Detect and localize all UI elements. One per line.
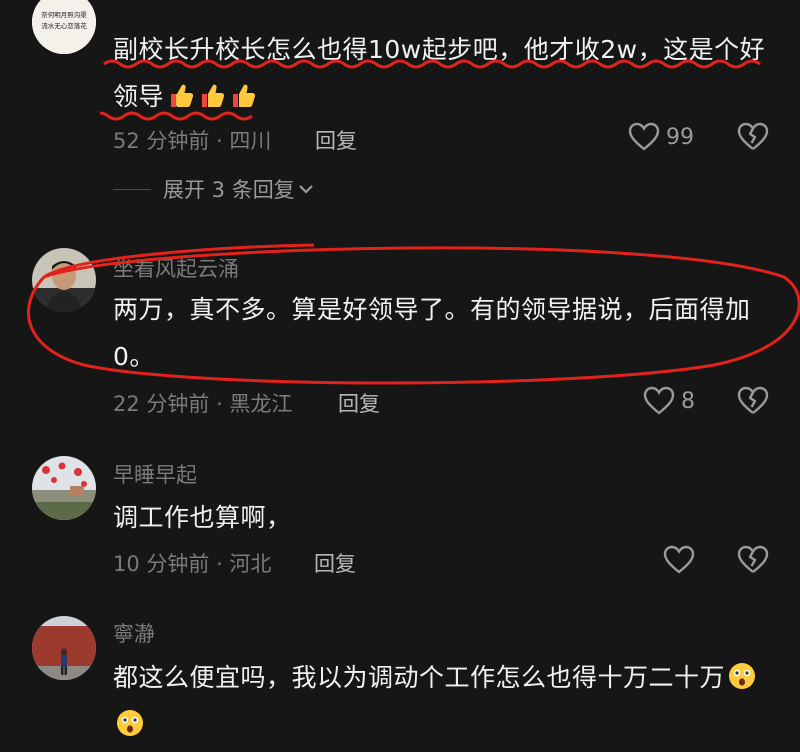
dislike-button[interactable]: [737, 545, 769, 579]
broken-heart-icon: [737, 545, 769, 573]
heart-icon: [663, 545, 695, 574]
landscape-photo-avatar: [32, 456, 96, 520]
chevron-down-icon: [298, 185, 313, 194]
red-ellipse-annotation: [27, 243, 800, 385]
avatar[interactable]: [32, 616, 96, 680]
reply-button[interactable]: 回复: [315, 125, 357, 155]
comment-item: 寧瀞 都这么便宜吗，我以为调动个工作怎么也得十万二十万: [0, 610, 800, 747]
like-button[interactable]: 99: [628, 122, 694, 152]
dislike-button[interactable]: [737, 122, 769, 156]
comment-text: 都这么便宜吗，我以为调动个工作怎么也得十万二十万: [113, 654, 773, 748]
comment-text-content: 都这么便宜吗，我以为调动个工作怎么也得十万二十万: [113, 663, 726, 692]
avatar[interactable]: 奈何明月照沟渠 流水无心恋落花: [32, 0, 96, 54]
comment-item: 早睡早起 调工作也算啊， 10 分钟前 · 河北 回复: [0, 448, 800, 588]
person-standing-photo-avatar: [32, 616, 96, 680]
reply-button[interactable]: 回复: [314, 548, 356, 578]
comment-meta: 10 分钟前 · 河北: [113, 552, 272, 576]
reply-button[interactable]: 回复: [338, 388, 380, 418]
astonished-face-emoji: [116, 705, 144, 736]
svg-text:奈何明月照沟渠: 奈何明月照沟渠: [41, 10, 87, 19]
comment-meta: 22 分钟前 · 黑龙江: [113, 392, 293, 416]
dislike-button[interactable]: [737, 386, 769, 420]
username[interactable]: 早睡早起: [113, 459, 197, 489]
comment-meta: 52 分钟前 · 四川: [113, 129, 272, 153]
heart-icon: [628, 122, 660, 151]
broken-heart-icon: [737, 386, 769, 414]
username[interactable]: 寧瀞: [113, 618, 155, 648]
broken-heart-icon: [737, 122, 769, 150]
calligraphy-avatar-image: 奈何明月照沟渠 流水无心恋落花: [32, 0, 96, 54]
svg-text:流水无心恋落花: 流水无心恋落花: [41, 21, 87, 30]
astonished-face-emoji: [728, 658, 756, 689]
red-wavy-underline-annotation: [100, 59, 761, 121]
like-count: 99: [666, 124, 694, 150]
like-count: 8: [681, 388, 695, 414]
comment-item: 奈何明月照沟渠 流水无心恋落花 副校长升校长怎么也得10w起步吧，他才收2w，这…: [0, 0, 800, 202]
expand-replies-button[interactable]: 展开 3 条回复: [113, 174, 315, 204]
comment-item: 坐看风起云涌 两万，真不多。算是好领导了。有的领导据说，后面得加0。 22 分钟…: [0, 240, 800, 430]
expand-replies-label: 展开 3 条回复: [163, 178, 295, 202]
like-button[interactable]: [663, 545, 701, 575]
divider-line: [113, 188, 151, 190]
like-button[interactable]: 8: [643, 386, 695, 416]
avatar[interactable]: [32, 456, 96, 520]
heart-icon: [643, 386, 675, 415]
comment-text: 调工作也算啊，: [113, 503, 292, 532]
